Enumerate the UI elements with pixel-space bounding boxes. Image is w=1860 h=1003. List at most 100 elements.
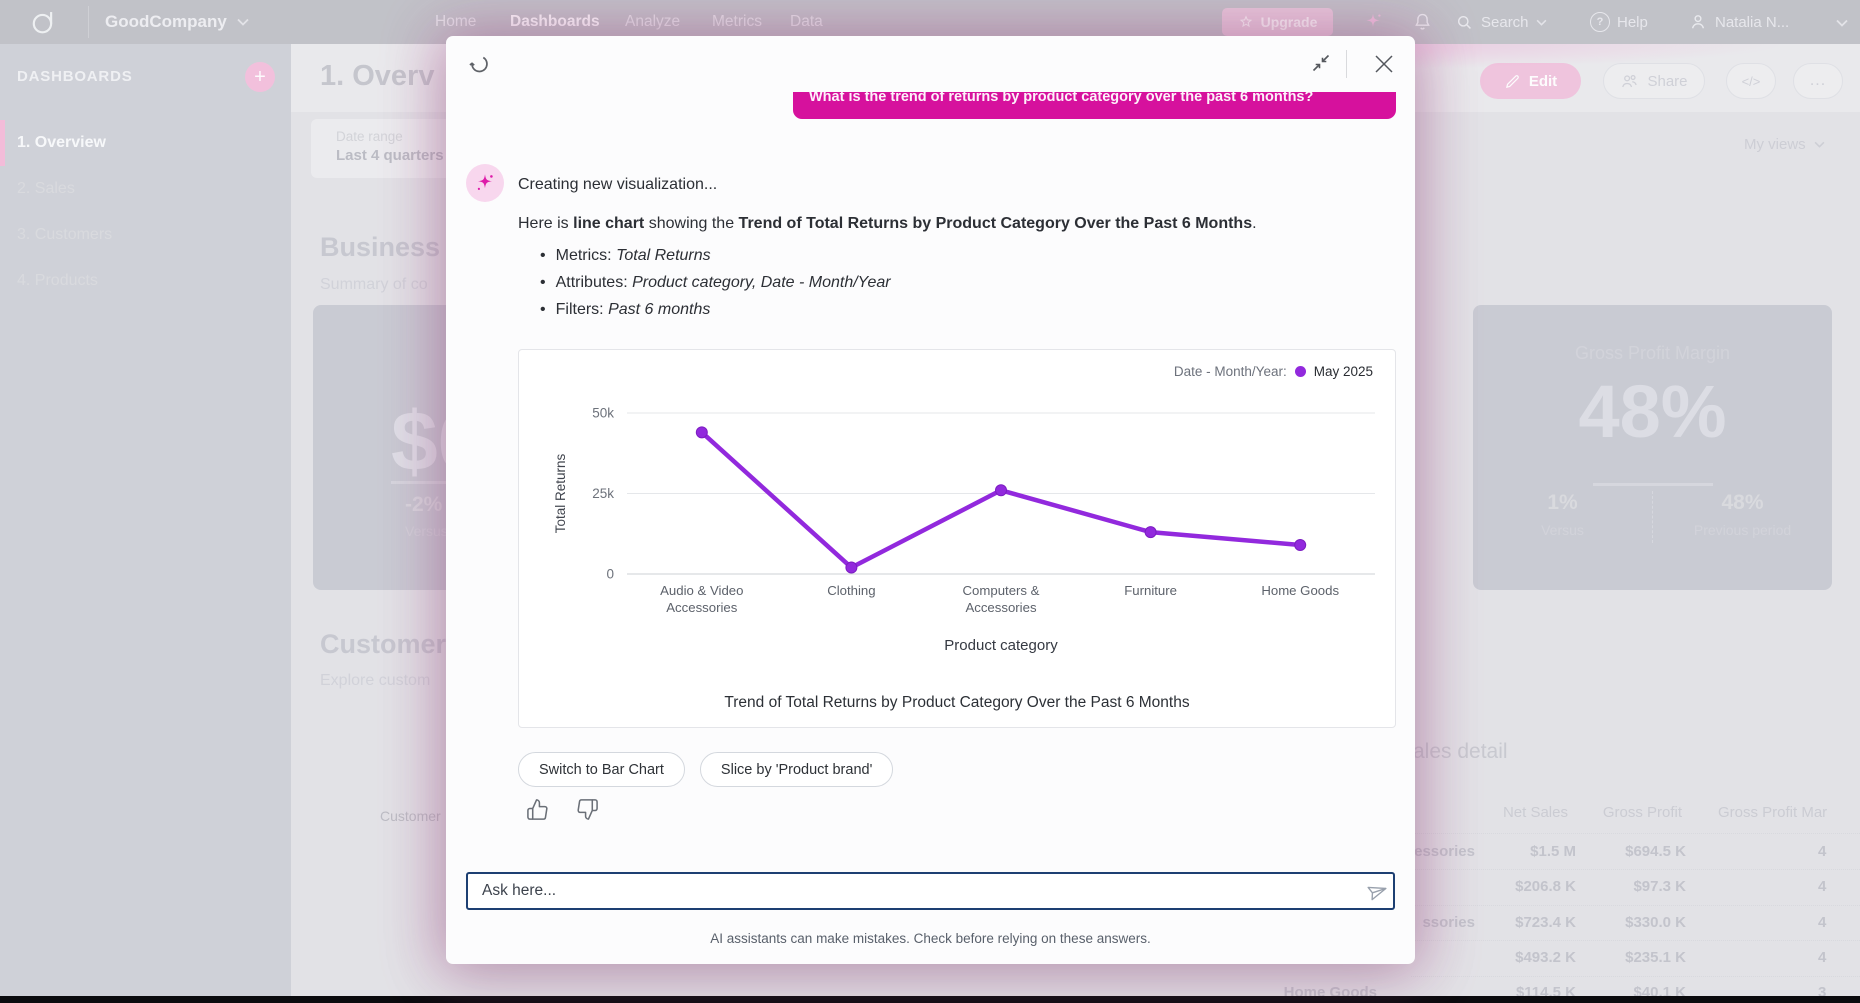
send-icon[interactable] (1366, 879, 1390, 903)
sidebar-item-products[interactable]: 4. Products (0, 258, 291, 304)
bullet-label: Metrics: (556, 247, 616, 264)
upgrade-label: Upgrade (1261, 14, 1318, 30)
chevron-down-icon[interactable] (1836, 19, 1848, 27)
slice-by-product-brand-button[interactable]: Slice by 'Product brand' (700, 752, 893, 787)
sidebar-item-customers[interactable]: 3. Customers (0, 212, 291, 258)
kpi-underline (1593, 483, 1713, 486)
svg-text:Accessories: Accessories (965, 600, 1036, 615)
answer-suffix: . (1252, 215, 1256, 232)
line-chart-svg[interactable]: 025k50kTotal ReturnsAudio & VideoAccesso… (519, 392, 1397, 664)
search-control[interactable]: Search (1455, 0, 1547, 44)
business-section-subtitle: Summary of co (320, 276, 428, 294)
thumbs-up-icon[interactable] (526, 798, 549, 821)
reset-conversation-button[interactable] (464, 48, 494, 78)
switch-to-bar-chart-button[interactable]: Switch to Bar Chart (518, 752, 685, 787)
business-section-title: Business P (320, 232, 466, 263)
sidebar-item-sales[interactable]: 2. Sales (0, 166, 291, 212)
chart-title: Trend of Total Returns by Product Catego… (519, 694, 1395, 712)
legend-dot (1295, 366, 1306, 377)
chevron-down-icon (1814, 141, 1825, 148)
upgrade-button[interactable]: Upgrade (1222, 8, 1333, 36)
header-divider (1346, 50, 1347, 78)
svg-text:50k: 50k (592, 406, 614, 421)
margin-cell: 4 (1818, 949, 1826, 966)
workspace-name: GoodCompany (105, 12, 227, 32)
svg-text:0: 0 (606, 567, 614, 582)
more-options-button[interactable]: ... (1793, 63, 1843, 99)
assistant-status-text: Creating new visualization... (518, 176, 717, 194)
my-views-dropdown[interactable]: My views (1744, 136, 1825, 153)
row-separator (1411, 976, 1860, 977)
my-views-label: My views (1744, 136, 1806, 153)
ai-assistant-dialog: What is the trend of returns by product … (446, 36, 1415, 964)
margin-kpi-value: 48% (1473, 369, 1832, 454)
date-range-value: Last 4 quarters (336, 147, 444, 164)
app-canvas: GoodCompany Home Dashboards Analyze Metr… (0, 0, 1860, 1003)
add-dashboard-button[interactable]: + (245, 62, 275, 92)
margin-kpi-card: Gross Profit Margin 48% 1% Versus 48% Pr… (1473, 305, 1832, 590)
workspace-switcher[interactable]: GoodCompany (105, 0, 249, 44)
thumbs-down-icon[interactable] (576, 798, 599, 821)
assistant-answer-text: Here is line chart showing the Trend of … (518, 215, 1257, 233)
margin-cell: 4 (1818, 878, 1826, 895)
margin-kpi-previous: 48% (1653, 491, 1832, 515)
bullet-value: Total Returns (616, 247, 711, 264)
sparkle-icon (473, 171, 497, 195)
dashboards-sidebar: DASHBOARDS + 1. Overview 2. Sales 3. Cus… (0, 44, 291, 996)
answer-chart-type: line chart (573, 215, 644, 232)
margin-cell: 4 (1818, 843, 1826, 860)
answer-bullet-list: Metrics: Total Returns Attributes: Produ… (540, 242, 891, 323)
user-menu[interactable]: Natalia N... (1688, 0, 1789, 44)
search-icon (1455, 13, 1474, 32)
ask-input[interactable] (466, 872, 1395, 910)
person-icon (1688, 12, 1708, 32)
bullet-value: Product category, Date - Month/Year (632, 274, 891, 291)
bullet-metrics: Metrics: Total Returns (540, 242, 891, 269)
revenue-kpi-delta-label: Versus (405, 523, 448, 539)
margin-kpi-delta-label: Versus (1473, 522, 1652, 538)
row-separator (1411, 869, 1860, 870)
chevron-down-icon (237, 18, 249, 26)
pencil-icon (1504, 73, 1521, 90)
visualization-card: Date - Month/Year: May 2025 025k50kTotal… (518, 349, 1396, 728)
bullet-attributes: Attributes: Product category, Date - Mon… (540, 269, 891, 296)
svg-text:Furniture: Furniture (1124, 583, 1177, 598)
user-question-text: What is the trend of returns by product … (793, 92, 1396, 113)
gooddata-logo-icon[interactable] (30, 9, 56, 35)
answer-prefix: Here is (518, 215, 573, 232)
row-separator (1411, 940, 1860, 941)
column-header-margin[interactable]: Gross Profit Mar (1718, 804, 1860, 821)
bullet-label: Filters: (556, 301, 608, 318)
collapse-dialog-button[interactable] (1308, 50, 1334, 76)
feedback-controls (526, 798, 599, 821)
ai-disclaimer: AI assistants can make mistakes. Check b… (446, 931, 1415, 946)
gross-profit-cell: $694.5 K (1544, 843, 1686, 860)
help-control[interactable]: ? Help (1590, 0, 1648, 44)
answer-chart-title: Trend of Total Returns by Product Catego… (739, 215, 1253, 232)
column-header-gross-profit[interactable]: Gross Profit (1540, 804, 1682, 821)
bell-icon[interactable] (1412, 11, 1433, 33)
share-label: Share (1647, 73, 1687, 90)
svg-text:Audio & Video: Audio & Video (660, 583, 743, 598)
svg-text:Clothing: Clothing (827, 583, 875, 598)
chart-legend[interactable]: Date - Month/Year: May 2025 (1174, 364, 1373, 379)
legend-label: Date - Month/Year: (1174, 364, 1287, 379)
customer-section-title: Customer (320, 629, 446, 660)
svg-text:Home Goods: Home Goods (1261, 583, 1339, 598)
row-separator (1411, 905, 1860, 906)
sidebar-title: DASHBOARDS (17, 68, 133, 85)
user-name: Natalia N... (1715, 14, 1789, 31)
date-range-label: Date range (336, 129, 403, 144)
gross-profit-cell: $97.3 K (1544, 878, 1686, 895)
bullet-filters: Filters: Past 6 months (540, 296, 891, 323)
ai-avatar (466, 164, 504, 202)
customer-section-subtitle: Explore custom (320, 672, 430, 690)
close-icon[interactable] (1370, 50, 1398, 78)
help-icon: ? (1590, 12, 1610, 32)
svg-text:Total Returns: Total Returns (553, 453, 568, 533)
nav-divider (88, 6, 89, 38)
ai-sparkle-icon[interactable] (1362, 11, 1384, 33)
sidebar-item-overview[interactable]: 1. Overview (0, 120, 291, 166)
margin-kpi-previous-label: Previous period (1653, 522, 1832, 538)
row-separator (1411, 833, 1860, 834)
